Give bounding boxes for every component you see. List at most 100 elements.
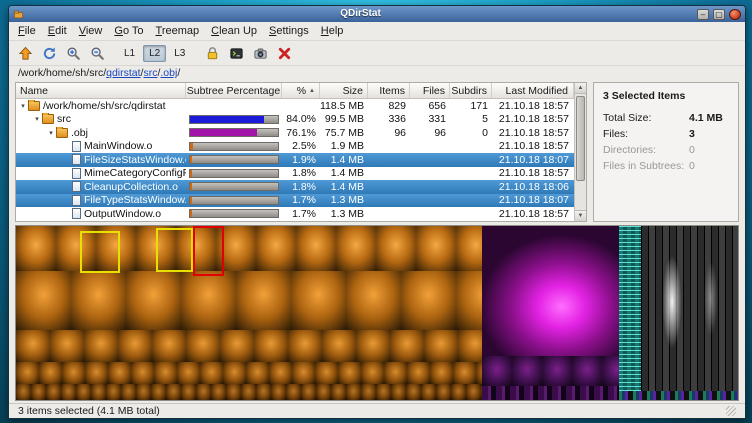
column-header-%[interactable]: %▲ [282,83,320,98]
size-cell: 1.3 MB [320,208,368,220]
percent-bar-cell [186,196,282,205]
name-cell: ▾src [16,113,186,125]
tree-scrollbar[interactable]: ▲ ▼ [574,83,586,221]
table-row[interactable]: CleanupCollection.o1.8%1.4 MB21.10.18 18… [16,180,574,194]
menu-file[interactable]: File [12,24,42,38]
scrollbar-track[interactable] [575,94,586,210]
percent-bar-trough [189,115,279,124]
breadcrumb-link[interactable]: .obj [160,67,177,79]
treemap-region-orange-row4[interactable] [16,362,482,385]
treemap-region-purple-low[interactable] [482,356,619,386]
treemap-canvas[interactable] [15,225,739,402]
console-button[interactable] [225,43,247,63]
titlebar[interactable]: QDirStat – ▢ [9,6,745,22]
column-header-subtree-percentage[interactable]: Subtree Percentage [186,83,282,98]
name-cell: CleanupCollection.o [16,181,186,193]
table-row[interactable]: MainWindow.o2.5%1.9 MB21.10.18 18:57 [16,140,574,154]
percent-bar-trough [189,128,279,137]
field-value: 0 [689,144,695,156]
details-panel: 3 Selected Items Total Size:4.1 MBFiles:… [593,82,739,222]
column-header-name[interactable]: Name [16,83,186,98]
scroll-down-arrow-icon[interactable]: ▼ [575,210,586,221]
item-name: /work/home/sh/src/qdirstat [43,100,166,112]
treemap-region-orange-row5[interactable] [16,384,482,400]
delete-button[interactable] [273,43,295,63]
files-cell: 331 [410,113,450,125]
expand-level-2-button[interactable]: L2 [143,45,166,62]
close-button[interactable] [729,9,741,20]
menu-go-to[interactable]: Go To [108,24,149,38]
expander-open-icon[interactable]: ▾ [18,102,28,110]
go-up-button[interactable] [14,43,36,63]
expand-level-1-button[interactable]: L1 [118,45,141,62]
treemap-selection-outline[interactable] [80,231,120,273]
menu-edit[interactable]: Edit [42,24,73,38]
table-row[interactable]: FileSizeStatsWindow.o1.9%1.4 MB21.10.18 … [16,153,574,167]
treemap-region-teal-column[interactable] [619,226,641,401]
treemap-selection-outline[interactable] [193,226,224,276]
app-icon [13,9,24,20]
modified-cell: 21.10.18 18:57 [492,113,574,125]
refresh-button[interactable] [38,43,60,63]
zoom-in-button[interactable] [62,43,84,63]
breadcrumb-link[interactable]: qdirstat [106,67,140,79]
lock-button[interactable] [201,43,223,63]
treemap-region-orange-row3[interactable] [16,330,482,361]
column-header-subdirs[interactable]: Subdirs [450,83,492,98]
column-header-files[interactable]: Files [410,83,450,98]
menu-clean-up[interactable]: Clean Up [205,24,263,38]
details-field: Files:3 [603,128,729,140]
file-icon [72,154,81,165]
expand-level-3-button[interactable]: L3 [168,45,191,62]
column-header-items[interactable]: Items [368,83,410,98]
refresh-icon [42,46,57,61]
treemap-region-purple-strip[interactable] [482,386,619,400]
lock-icon [205,46,220,61]
screenshot-button[interactable] [249,43,271,63]
breadcrumb-text: / [177,67,180,79]
scroll-up-arrow-icon[interactable]: ▲ [575,83,586,94]
minimize-button[interactable]: – [697,9,709,20]
qdirstat-window: QDirStat – ▢ FileEditViewGo ToTreemapCle… [8,5,746,419]
details-field: Total Size:4.1 MB [603,112,729,124]
percent-bar-cell [186,128,282,137]
table-row[interactable]: MimeCategoryConfigPage.o1.8%1.4 MB21.10.… [16,167,574,181]
maximize-button[interactable]: ▢ [713,9,725,20]
field-label: Files: [603,128,689,140]
percent-bar-trough [189,155,279,164]
percent-bar-cell [186,209,282,218]
treemap-region-orange-row2[interactable] [16,271,482,330]
expander-open-icon[interactable]: ▾ [46,129,56,137]
percent-bar-cell [186,182,282,191]
menu-view[interactable]: View [73,24,109,38]
treemap-region-gray-columns[interactable] [641,226,738,392]
table-row[interactable]: ▾src84.0%99.5 MB336331521.10.18 18:57 [16,113,574,127]
pct-cell: 1.8% [282,181,320,193]
column-header-size[interactable]: Size [320,83,368,98]
scrollbar-thumb[interactable] [576,96,585,181]
menu-treemap[interactable]: Treemap [150,24,206,38]
zoom-out-button[interactable] [86,43,108,63]
name-cell: FileTypeStatsWindow.o [16,194,186,206]
field-label: Directories: [603,144,689,156]
table-row[interactable]: FileTypeStatsWindow.o1.7%1.3 MB21.10.18 … [16,194,574,208]
treemap-region-bottom-right-strip[interactable] [619,391,738,400]
pct-cell: 1.7% [282,194,320,206]
item-name: FileTypeStatsWindow.o [84,194,186,206]
percent-bar-trough [189,142,279,151]
table-row[interactable]: OutputWindow.o1.7%1.3 MB21.10.18 18:57 [16,207,574,221]
menu-help[interactable]: Help [315,24,350,38]
menu-settings[interactable]: Settings [263,24,315,38]
breadcrumb-link[interactable]: src [143,67,157,79]
field-value: 3 [689,128,695,140]
treemap-selection-outline[interactable] [156,228,193,272]
size-cell: 118.5 MB [320,100,368,112]
table-body: ▾/work/home/sh/src/qdirstat118.5 MB82965… [16,99,574,221]
treemap-region-purple[interactable] [482,226,619,357]
table-row[interactable]: ▾/work/home/sh/src/qdirstat118.5 MB82965… [16,99,574,113]
table-row[interactable]: ▾.obj76.1%75.7 MB9696021.10.18 18:57 [16,126,574,140]
resize-grip[interactable] [726,406,736,416]
expander-open-icon[interactable]: ▾ [32,115,42,123]
column-header-last-modified[interactable]: Last Modified [492,83,574,98]
name-cell: MimeCategoryConfigPage.o [16,167,186,179]
